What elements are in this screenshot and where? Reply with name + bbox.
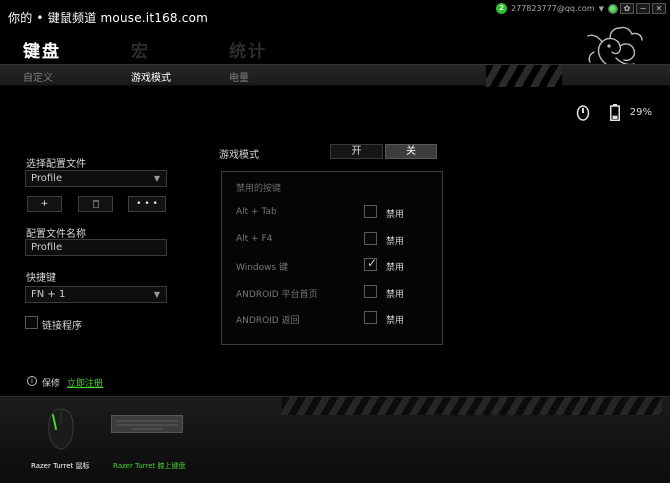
hotkey-select[interactable]: FN + 1 ▼ [25, 286, 167, 303]
decorative-stripes [486, 65, 562, 87]
device-status: 29% [576, 104, 652, 121]
key-android-back: ANDROID 返回 [236, 316, 300, 326]
more-options-button[interactable]: • • • [128, 196, 166, 212]
close-button[interactable]: ✕ [652, 3, 666, 14]
add-profile-button[interactable]: + [27, 196, 62, 212]
disabled-keys-title: 禁用的按键 [236, 184, 282, 194]
device-name-keyboard[interactable]: Razer Turret 膝上键盘 [113, 461, 186, 471]
link-program-checkbox[interactable] [25, 316, 38, 329]
register-now-link[interactable]: 立即注册 [67, 376, 103, 389]
disable-label: 禁用 [386, 290, 405, 300]
tab-stats[interactable]: 统计 [229, 37, 267, 62]
dropdown-arrow-icon: ▼ [153, 174, 160, 183]
razer-logo-icon [587, 26, 643, 66]
trash-icon [92, 200, 99, 208]
key-android-home: ANDROID 平台首页 [236, 290, 318, 300]
subtab-game-mode[interactable]: 游戏模式 [131, 69, 171, 84]
disable-label: 禁用 [386, 237, 405, 247]
disable-android-home-checkbox[interactable] [364, 285, 377, 298]
disable-alt-f4-checkbox[interactable] [364, 232, 377, 245]
game-mode-off-button[interactable]: 关 [385, 144, 437, 159]
battery-indicator: 29% [609, 104, 652, 121]
profile-select[interactable]: Profile ▼ [25, 170, 167, 187]
subtab-power[interactable]: 电量 [229, 69, 249, 84]
disable-windows-key-checkbox[interactable] [364, 256, 377, 271]
notification-badge[interactable]: 2 [496, 3, 508, 14]
device-bar: Razer Turret 鼠标 Razer Turret 膝上键盘 [0, 396, 670, 483]
link-program-label: 链接程序 [42, 321, 82, 332]
disable-label: 禁用 [386, 210, 405, 220]
disable-label: 禁用 [386, 316, 405, 326]
warranty-label: 保修 [42, 379, 61, 389]
account-email[interactable]: 277823777@qq.com [511, 4, 595, 13]
game-mode-label: 游戏模式 [219, 150, 259, 161]
mouse-device-icon [48, 408, 74, 450]
tab-keyboard[interactable]: 键盘 [23, 37, 61, 62]
select-profile-label: 选择配置文件 [26, 159, 86, 170]
dropdown-arrow-icon: ▼ [153, 290, 160, 299]
key-alt-tab: Alt + Tab [236, 207, 277, 217]
account-area[interactable]: 2 277823777@qq.com ▼ [496, 3, 618, 14]
delete-profile-button[interactable] [78, 196, 113, 212]
minimize-button[interactable]: − [636, 3, 650, 14]
disable-android-back-checkbox[interactable] [364, 311, 377, 324]
key-alt-f4: Alt + F4 [236, 234, 273, 244]
disable-alt-tab-checkbox[interactable] [364, 205, 377, 218]
subtab-customize[interactable]: 自定义 [23, 69, 53, 84]
hotkey-label: 快捷键 [26, 273, 56, 284]
online-status-icon [608, 3, 618, 14]
disable-label: 禁用 [386, 263, 405, 273]
sub-navigation: 自定义 游戏模式 电量 [0, 64, 670, 87]
keyboard-device-icon [116, 420, 178, 430]
mouse-status-icon [576, 104, 590, 121]
battery-percent: 29% [629, 107, 652, 118]
window-controls: ✿ − ✕ [620, 3, 666, 14]
device-name-mouse[interactable]: Razer Turret 鼠标 [31, 461, 90, 471]
tab-macro[interactable]: 宏 [131, 37, 150, 62]
profile-select-value: Profile [31, 173, 63, 184]
battery-icon [609, 104, 620, 121]
key-windows: Windows 键 [236, 263, 289, 273]
disabled-keys-panel: 禁用的按键 Alt + Tab 禁用 Alt + F4 禁用 Windows 键… [221, 171, 443, 345]
decorative-stripes [282, 397, 662, 415]
profile-name-label: 配置文件名称 [26, 229, 86, 240]
hotkey-select-value: FN + 1 [31, 289, 66, 300]
profile-name-input[interactable]: Profile [25, 239, 167, 256]
settings-gear-icon[interactable]: ✿ [620, 3, 634, 14]
device-mouse[interactable] [36, 403, 86, 451]
watermark-text: 你的 • 键鼠频道 mouse.it168.com [8, 11, 208, 25]
game-mode-on-button[interactable]: 开 [330, 144, 383, 159]
account-dropdown-icon[interactable]: ▼ [599, 5, 604, 13]
device-keyboard[interactable] [111, 415, 183, 433]
info-icon: i [27, 376, 37, 386]
